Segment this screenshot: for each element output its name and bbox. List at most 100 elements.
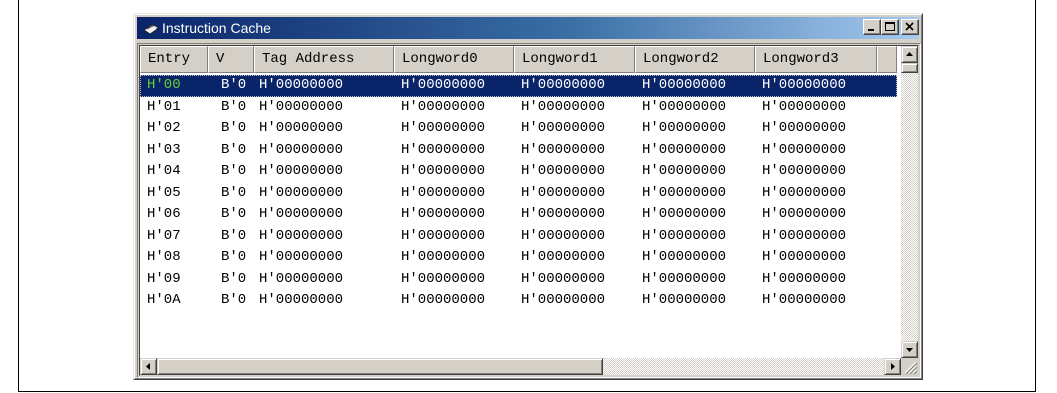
cell-longword0: H'00000000 (401, 292, 486, 308)
cell-longword0: H'00000000 (401, 206, 486, 222)
cell-v: B'0 (221, 270, 247, 287)
cache-window-icon (143, 22, 159, 35)
table-row[interactable]: H'04 B'0 H'00000000 H'00000000 H'00000000 H'0… (140, 161, 897, 183)
title-bar[interactable]: Instruction Cache (137, 17, 919, 39)
column-header-v[interactable]: V (208, 46, 254, 73)
cell-longword3: H'00000000 (762, 120, 847, 136)
vertical-scroll-thumb[interactable] (901, 63, 918, 73)
cell-entry: H'00 (147, 77, 181, 93)
close-icon (905, 22, 914, 31)
cell-longword2: H'00000000 (642, 249, 727, 265)
column-header-longword3[interactable]: Longword3 (755, 46, 877, 73)
cell-longword2: H'00000000 (642, 141, 727, 158)
maximize-icon (885, 22, 895, 31)
scroll-up-button[interactable] (901, 46, 918, 63)
cell-longword3: H'00000000 (762, 227, 847, 244)
cell-entry: H'02 (147, 120, 181, 136)
cell-longword0: H'00000000 (401, 249, 486, 265)
cell-v: B'0 (221, 77, 247, 93)
cell-longword2: H'00000000 (642, 184, 727, 201)
cell-longword1: H'00000000 (521, 184, 606, 201)
cell-tag-address: H'00000000 (259, 270, 344, 287)
scroll-right-button[interactable] (884, 358, 901, 375)
horizontal-scrollbar[interactable] (140, 358, 901, 375)
cell-entry: H'03 (147, 141, 181, 158)
table-row[interactable]: H'03 B'0 H'00000000 H'00000000 H'00000000 H'0… (140, 140, 897, 162)
window-title: Instruction Cache (162, 20, 271, 36)
column-header-longword2[interactable]: Longword2 (635, 46, 755, 73)
minimize-button[interactable] (863, 19, 881, 35)
cell-entry: H'09 (147, 270, 181, 287)
table-row[interactable]: H'07 B'0 H'00000000 H'00000000 H'00000000 H'0… (140, 226, 897, 248)
cell-longword1: H'00000000 (521, 163, 606, 179)
cell-tag-address: H'00000000 (259, 163, 344, 179)
maximize-button[interactable] (881, 19, 899, 35)
cell-v: B'0 (221, 163, 247, 179)
horizontal-scroll-thumb[interactable] (157, 358, 603, 375)
vertical-scrollbar[interactable] (901, 46, 918, 358)
cell-longword3: H'00000000 (762, 77, 847, 93)
cell-tag-address: H'00000000 (259, 77, 344, 93)
table-row[interactable]: H'01 B'0 H'00000000 H'00000000 H'00000000 H'0… (140, 97, 897, 119)
table-row[interactable]: H'00 B'0 H'00000000 H'00000000 H'00000000 H'0… (140, 75, 897, 97)
close-button[interactable] (901, 19, 919, 35)
cell-v: B'0 (221, 120, 247, 136)
cell-entry: H'04 (147, 163, 181, 179)
cell-longword0: H'00000000 (401, 77, 486, 93)
cell-longword3: H'00000000 (762, 249, 847, 265)
cache-table-panel: Entry V Tag Address Longword0 Longword1 … (137, 43, 921, 378)
cell-longword3: H'00000000 (762, 206, 847, 222)
cell-entry: H'05 (147, 184, 181, 201)
column-header-longword0[interactable]: Longword0 (394, 46, 514, 73)
arrow-left-icon (146, 363, 150, 370)
resize-grip-icon (904, 361, 918, 375)
table-row[interactable]: H'05 B'0 H'00000000 H'00000000 H'00000000 H'0… (140, 183, 897, 205)
scroll-left-button[interactable] (140, 358, 157, 375)
instruction-cache-window: Instruction Cache Entry V Tag Address Lo… (133, 13, 923, 380)
arrow-up-icon (906, 52, 913, 56)
table-row[interactable]: H'08 B'0 H'00000000 H'00000000 H'00000000 H'0… (140, 247, 897, 269)
column-header-filler (877, 46, 897, 73)
cell-entry: H'08 (147, 249, 181, 265)
column-header-tag-address[interactable]: Tag Address (254, 46, 394, 73)
table-row[interactable]: H'02 B'0 H'00000000 H'00000000 H'00000000 H'0… (140, 118, 897, 140)
cell-entry: H'06 (147, 206, 181, 222)
table-row[interactable]: H'0A B'0 H'00000000 H'00000000 H'00000000 H'0… (140, 290, 897, 312)
table-row[interactable]: H'09 B'0 H'00000000 H'00000000 H'00000000 H'0… (140, 269, 897, 291)
cell-entry: H'01 (147, 98, 181, 115)
cell-longword1: H'00000000 (521, 292, 606, 308)
cell-tag-address: H'00000000 (259, 206, 344, 222)
cell-tag-address: H'00000000 (259, 120, 344, 136)
cell-longword1: H'00000000 (521, 120, 606, 136)
cell-longword3: H'00000000 (762, 184, 847, 201)
cell-entry: H'07 (147, 227, 181, 244)
cell-longword1: H'00000000 (521, 206, 606, 222)
table-row[interactable]: H'06 B'0 H'00000000 H'00000000 H'00000000 H'0… (140, 204, 897, 226)
cell-longword3: H'00000000 (762, 141, 847, 158)
cell-v: B'0 (221, 206, 247, 222)
cell-longword3: H'00000000 (762, 270, 847, 287)
cell-longword3: H'00000000 (762, 292, 847, 308)
column-header-longword1[interactable]: Longword1 (514, 46, 635, 73)
cell-v: B'0 (221, 292, 247, 308)
cell-longword2: H'00000000 (642, 270, 727, 287)
cell-tag-address: H'00000000 (259, 292, 344, 308)
cell-v: B'0 (221, 141, 247, 158)
cell-longword0: H'00000000 (401, 270, 486, 287)
cell-longword3: H'00000000 (762, 98, 847, 115)
resize-grip[interactable] (901, 358, 918, 375)
cell-longword2: H'00000000 (642, 120, 727, 136)
cell-longword0: H'00000000 (401, 141, 486, 158)
cell-longword0: H'00000000 (401, 163, 486, 179)
scroll-down-button[interactable] (901, 341, 918, 358)
cell-tag-address: H'00000000 (259, 184, 344, 201)
cell-longword1: H'00000000 (521, 249, 606, 265)
cell-entry: H'0A (147, 292, 181, 308)
cell-longword1: H'00000000 (521, 98, 606, 115)
table-body: H'00 B'0 H'00000000 H'00000000 H'00000000 H'0… (140, 75, 897, 312)
cell-longword1: H'00000000 (521, 270, 606, 287)
column-header-entry[interactable]: Entry (140, 46, 208, 73)
table-header: Entry V Tag Address Longword0 Longword1 … (140, 46, 897, 73)
cell-longword0: H'00000000 (401, 98, 486, 115)
cell-longword2: H'00000000 (642, 206, 727, 222)
